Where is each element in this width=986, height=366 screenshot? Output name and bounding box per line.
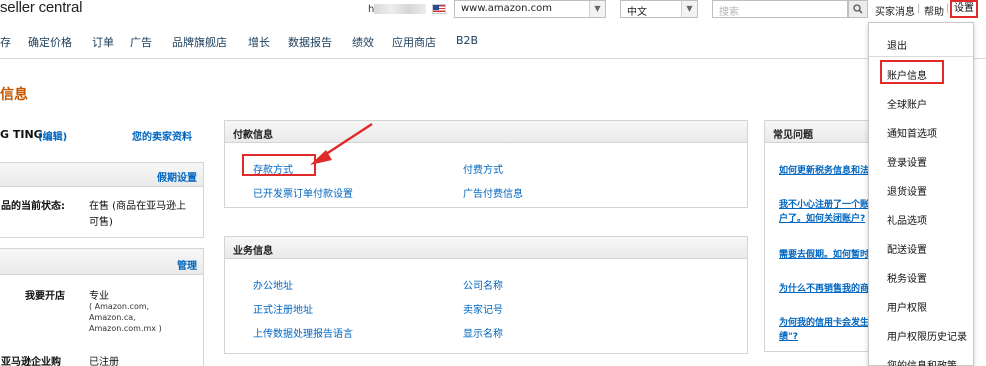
faq-link-close-account-2[interactable]: 户了。如何关闭账户? bbox=[779, 211, 865, 224]
menu-divider bbox=[869, 56, 973, 57]
marketplace-select[interactable]: www.amazon.com ▼ bbox=[454, 0, 606, 18]
faq-link-close-account[interactable]: 我不小心注册了一个账户 bbox=[779, 197, 878, 210]
menu-item-global-accounts[interactable]: 全球账户 bbox=[887, 96, 927, 111]
status-label: 品的当前状态: bbox=[1, 201, 65, 212]
nav-item-advertising[interactable]: 广告 bbox=[130, 34, 152, 50]
faq-link-credit-card-2[interactable]: 绩"? bbox=[779, 329, 798, 342]
status-value-line1: 在售 (商品在亚马逊上 bbox=[89, 201, 187, 212]
us-flag-icon bbox=[432, 4, 446, 14]
chevron-down-icon: ▼ bbox=[589, 1, 605, 17]
help-link[interactable]: 帮助 bbox=[924, 3, 944, 18]
marketplace-value: www.amazon.com bbox=[461, 3, 553, 14]
settings-button[interactable]: 设置 bbox=[950, 0, 978, 18]
store-value: 专业 bbox=[89, 291, 109, 302]
manage-link[interactable]: 管理 bbox=[177, 257, 197, 272]
listing-status-panel: 假期设置 品的当前状态: 在售 (商品在亚马逊上 可售) bbox=[0, 162, 204, 238]
status-value-line2: 可售) bbox=[89, 217, 113, 228]
search-input[interactable]: 搜索 bbox=[712, 0, 848, 18]
faq-link-tax[interactable]: 如何更新税务信息和法定 bbox=[779, 163, 878, 176]
faq-link-not-selling[interactable]: 为什么不再销售我的商品 bbox=[779, 281, 878, 294]
separator: | bbox=[917, 3, 921, 14]
page-title: 信息 bbox=[0, 87, 28, 103]
menu-item-user-permissions[interactable]: 用户权限 bbox=[887, 299, 927, 314]
separator: | bbox=[946, 3, 950, 14]
selling-plan-header: 管理 bbox=[0, 249, 203, 275]
store-markets-1: ( Amazon.com, bbox=[89, 302, 150, 311]
nav-item-orders[interactable]: 订单 bbox=[92, 34, 114, 50]
account-name-redacted bbox=[374, 4, 426, 14]
nav-item-reports[interactable]: 数据报告 bbox=[288, 34, 332, 50]
company-name-link[interactable]: 公司名称 bbox=[463, 277, 503, 292]
language-select[interactable]: 中文 ▼ bbox=[620, 0, 698, 18]
menu-item-logout[interactable]: 退出 bbox=[887, 37, 907, 52]
selling-plan-panel: 管理 我要开店 专业 ( Amazon.com, Amazon.ca, Amaz… bbox=[0, 248, 204, 366]
nav-item-inventory[interactable]: 存 bbox=[0, 34, 11, 50]
menu-item-return-settings[interactable]: 退货设置 bbox=[887, 183, 927, 198]
account-info-highlight bbox=[880, 60, 944, 84]
faq-link-credit-card[interactable]: 为何我的信用卡会发生错 bbox=[779, 315, 878, 328]
menu-item-info-policies[interactable]: 您的信息和政策 bbox=[887, 357, 957, 366]
business-info-header: 业务信息 bbox=[225, 237, 747, 259]
office-address-link[interactable]: 办公地址 bbox=[253, 277, 293, 292]
store-markets-2: Amazon.ca, bbox=[89, 313, 136, 322]
menu-item-notification-preferences[interactable]: 通知首选项 bbox=[887, 125, 937, 140]
seller-name: G TING bbox=[0, 128, 43, 141]
buyer-messages-link[interactable]: 买家消息 bbox=[875, 3, 915, 18]
ad-payment-info-link[interactable]: 广告付费信息 bbox=[463, 185, 523, 200]
faq-panel: 常见问题 如何更新税务信息和法定 我不小心注册了一个账户 户了。如何关闭账户? … bbox=[764, 120, 884, 352]
nav-item-b2b[interactable]: B2B bbox=[456, 34, 478, 47]
nav-item-stores[interactable]: 品牌旗舰店 bbox=[172, 34, 227, 50]
store-label: 我要开店 bbox=[25, 291, 65, 302]
nav-item-growth[interactable]: 增长 bbox=[248, 34, 270, 50]
seller-token-link[interactable]: 卖家记号 bbox=[463, 301, 503, 316]
seller-name-row: G TING (编辑) 您的卖家资料 bbox=[0, 120, 204, 148]
seller-central-logo[interactable]: seller central bbox=[0, 0, 82, 16]
nav-item-pricing[interactable]: 确定价格 bbox=[28, 34, 72, 50]
upload-report-language-link[interactable]: 上传数据处理报告语言 bbox=[253, 325, 353, 340]
nav-item-performance[interactable]: 绩效 bbox=[352, 34, 374, 50]
menu-item-tax-settings[interactable]: 税务设置 bbox=[887, 270, 927, 285]
listing-status-header: 假期设置 bbox=[0, 163, 203, 187]
search-icon bbox=[853, 4, 863, 14]
language-value: 中文 bbox=[627, 7, 647, 18]
nav-divider bbox=[0, 58, 986, 59]
store-markets-3: Amazon.com.mx ) bbox=[89, 324, 162, 333]
charge-methods-link[interactable]: 付费方式 bbox=[463, 161, 503, 176]
business-value: 已注册 bbox=[89, 357, 119, 366]
faq-link-holiday[interactable]: 需要去假期。如何暂时停 bbox=[779, 247, 878, 260]
red-arrow-icon bbox=[310, 122, 373, 165]
menu-item-permission-history[interactable]: 用户权限历史记录 bbox=[887, 328, 967, 343]
menu-item-gift-options[interactable]: 礼品选项 bbox=[887, 212, 927, 227]
search-button[interactable] bbox=[848, 0, 868, 18]
seller-profile-link[interactable]: 您的卖家资料 bbox=[132, 128, 192, 143]
nav-item-app-store[interactable]: 应用商店 bbox=[392, 34, 436, 50]
display-name-link[interactable]: 显示名称 bbox=[463, 325, 503, 340]
business-label: 亚马逊企业购 bbox=[1, 357, 61, 366]
registered-address-link[interactable]: 正式注册地址 bbox=[253, 301, 313, 316]
edit-link[interactable]: (编辑) bbox=[38, 128, 67, 143]
menu-item-login-settings[interactable]: 登录设置 bbox=[887, 154, 927, 169]
holiday-settings-link[interactable]: 假期设置 bbox=[157, 169, 197, 184]
invoice-payment-settings-link[interactable]: 已开发票订单付款设置 bbox=[253, 185, 353, 200]
top-bar: seller central h www.amazon.com ▼ 中文 ▼ 搜… bbox=[0, 0, 986, 26]
menu-item-shipping-settings[interactable]: 配送设置 bbox=[887, 241, 927, 256]
chevron-down-icon: ▼ bbox=[681, 1, 697, 17]
faq-header: 常见问题 bbox=[765, 121, 883, 143]
business-info-panel: 业务信息 办公地址 公司名称 正式注册地址 卖家记号 上传数据处理报告语言 显示… bbox=[224, 236, 748, 354]
